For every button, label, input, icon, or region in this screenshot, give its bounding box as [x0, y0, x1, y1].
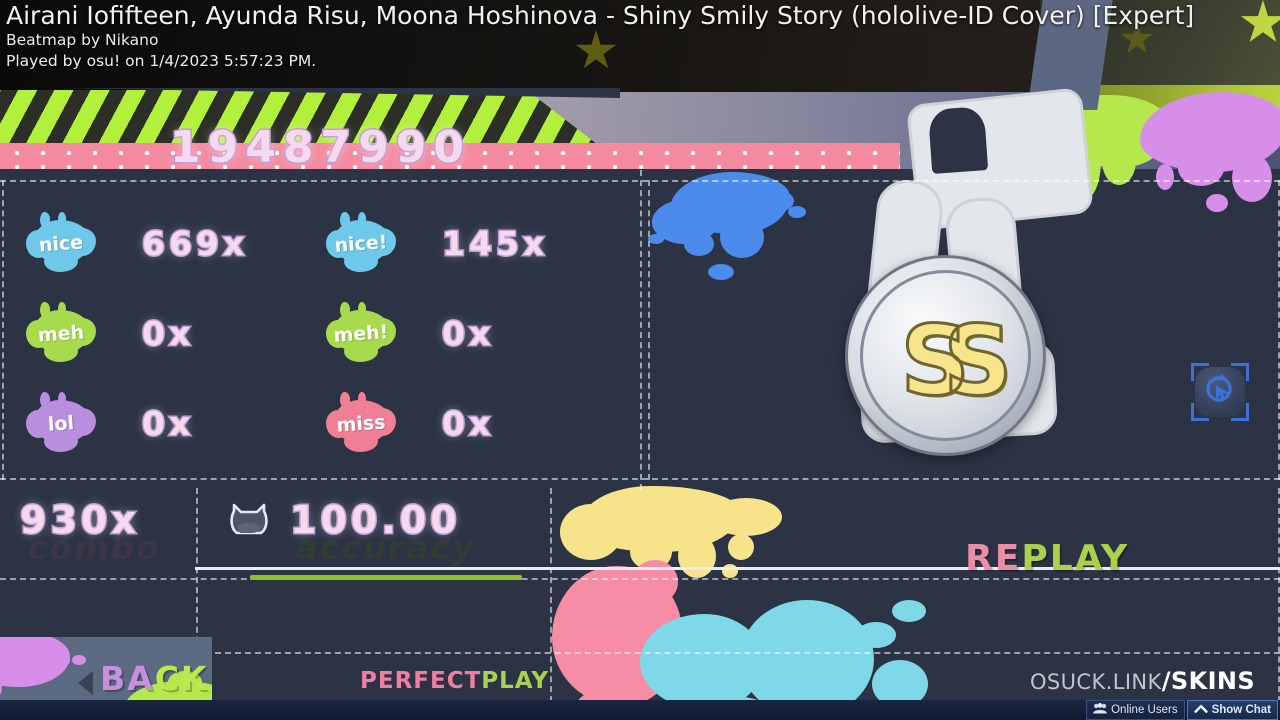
splat-blue	[648, 172, 818, 287]
back-arrow-icon	[78, 671, 93, 695]
combo-value: 930x	[19, 497, 140, 544]
judgement-count: 669x	[140, 222, 249, 264]
judgement-count: 0x	[140, 402, 195, 444]
chevron-up-icon	[1193, 704, 1208, 717]
replay-label-part2: PLAY	[1021, 538, 1130, 579]
judgement-row-nice: nice 669x	[24, 212, 248, 274]
judgement-row-meh-plus: meh! 0x	[324, 302, 494, 364]
judgement-row-nice-plus: nice! 145x	[324, 212, 548, 274]
grid-line	[550, 488, 552, 712]
beatmap-author: Beatmap by Nikano	[6, 31, 159, 49]
watermark-prefix: OSUCK.LINK	[1030, 670, 1162, 694]
judgement-count: 0x	[440, 312, 495, 354]
show-chat-button[interactable]: Show Chat	[1186, 700, 1278, 720]
grid-line	[2, 180, 4, 480]
judgement-row-lol: lol 0x	[24, 392, 194, 454]
watermark: OSUCK.LINK/SKINS	[1030, 667, 1255, 695]
rank-grade-label: SS	[899, 304, 1014, 419]
page-title: Airani Iofifteen, Ayunda Risu, Moona Hos…	[6, 1, 1195, 30]
perfect-label-part1: PERFECT	[360, 668, 482, 694]
grid-line	[640, 170, 642, 490]
replay-label-part1: RE	[965, 538, 1022, 579]
hit100-splat-icon: meh	[24, 302, 98, 364]
judgement-count: 145x	[440, 222, 549, 264]
hit300k-splat-icon: nice!	[324, 212, 398, 274]
hit50-splat-icon: lol	[24, 392, 98, 454]
accuracy-value: 100.00	[289, 497, 461, 544]
bottom-status-bar: Online Users Show Chat	[0, 700, 1280, 720]
back-button-label: BACK	[100, 659, 209, 698]
users-icon	[1093, 703, 1108, 717]
retry-cursor-icon[interactable]	[1191, 363, 1249, 421]
back-label-part2: CK	[154, 659, 209, 698]
beatmap-header: Airani Iofifteen, Ayunda Risu, Moona Hos…	[6, 1, 1194, 72]
show-chat-label: Show Chat	[1211, 704, 1271, 716]
played-by-info: Played by osu! on 1/4/2023 5:57:23 PM.	[6, 52, 317, 70]
splat-purple-topright	[1140, 92, 1280, 222]
judgement-count: 0x	[440, 402, 495, 444]
replay-button[interactable]: REPLAY	[965, 538, 1129, 579]
judgement-row-miss: miss 0x	[324, 392, 494, 454]
online-users-button[interactable]: Online Users	[1086, 700, 1185, 720]
back-label-part1: BA	[100, 659, 155, 698]
watermark-suffix: SKINS	[1170, 667, 1256, 695]
perfect-label-part2: PLAY	[481, 668, 550, 694]
hit100k-splat-icon: meh!	[324, 302, 398, 364]
grid-line	[648, 180, 650, 480]
score-value: 19487990	[169, 121, 471, 175]
watermark-slash: /	[1161, 667, 1171, 695]
hit0-splat-icon: miss	[324, 392, 398, 454]
perfect-play-badge: PERFECTPLAY	[360, 668, 549, 694]
accuracy-progress-bar	[250, 575, 522, 580]
judgement-row-meh: meh 0x	[24, 302, 194, 364]
hit300-splat-icon: nice	[24, 212, 98, 274]
online-users-label: Online Users	[1111, 704, 1178, 716]
cat-head-icon	[228, 499, 270, 537]
judgement-count: 0x	[140, 312, 195, 354]
grid-line	[195, 652, 1280, 654]
medal-ss-icon: SS	[845, 255, 1046, 456]
results-screen: SS Airani Iofifteen, Ayunda Risu, Moona …	[0, 0, 1280, 720]
